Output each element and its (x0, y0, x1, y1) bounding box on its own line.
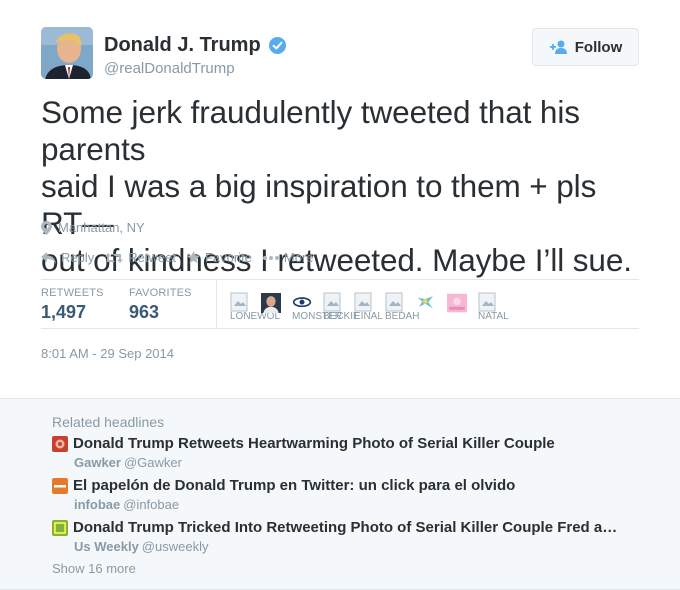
retweeter-avatar[interactable]: BEDAH (385, 292, 420, 322)
more-dots-icon (262, 255, 279, 260)
author-name[interactable]: Donald J. Trump (104, 34, 261, 57)
show-more-link[interactable]: Show 16 more (52, 561, 136, 576)
retweeter-name: NATAL (478, 311, 509, 322)
headline-item[interactable]: El papelón de Donald Trump en Twitter: u… (52, 477, 515, 512)
favorites-count: 963 (129, 302, 160, 322)
retweets-label: RETWEETS (41, 287, 104, 299)
more-button[interactable]: More (262, 250, 314, 265)
retweet-label: Retweet (128, 250, 176, 265)
retweeter-name: EINAL (354, 311, 383, 322)
retweeter-avatar[interactable]: LONEWOL (230, 292, 280, 322)
reply-label: Reply (61, 250, 95, 265)
tweet-text-line: Some jerk fraudulently tweeted that his … (41, 94, 580, 167)
more-label: More (283, 250, 314, 265)
tweet-actions: Reply Retweet Favorite More (41, 250, 325, 265)
source-handle[interactable]: @Gawker (124, 455, 182, 470)
source-handle[interactable]: @infobae (123, 497, 179, 512)
avatar[interactable] (41, 27, 93, 79)
headline-title[interactable]: El papelón de Donald Trump en Twitter: u… (73, 477, 515, 494)
retweeter-avatars: LONEWOL MONSTER BECKIE EINAL BEDAH NATAL (230, 292, 509, 322)
retweet-icon (105, 252, 124, 263)
retweets-stat[interactable]: RETWEETS 1,497 (41, 287, 104, 323)
reply-button[interactable]: Reply (41, 250, 94, 265)
headline-source: Us Weekly @usweekly (74, 539, 625, 554)
retweeter-avatar[interactable]: BECKIE (323, 292, 360, 322)
reply-icon (41, 251, 56, 264)
follow-button[interactable]: Follow (532, 28, 639, 66)
author-info: Donald J. Trump @realDonaldTrump (104, 34, 287, 77)
retweeter-avatar[interactable] (447, 292, 478, 322)
retweeter-avatar[interactable]: MONSTER (292, 292, 342, 322)
follow-button-label: Follow (574, 38, 623, 56)
star-icon (186, 251, 200, 264)
retweeter-avatar[interactable]: EINAL (354, 292, 385, 322)
favorite-label: Favorite (204, 250, 252, 265)
favorite-button[interactable]: Favorite (186, 250, 252, 265)
source-handle[interactable]: @usweekly (142, 539, 209, 554)
gawker-logo-icon (52, 435, 68, 452)
us-weekly-logo-icon (52, 519, 68, 536)
headline-source: Gawker @Gawker (74, 455, 555, 470)
location-pin-icon (41, 220, 52, 235)
follow-person-icon (549, 39, 569, 55)
related-headlines: Related headlines Donald Trump Retweets … (0, 398, 680, 590)
location-text: Manhattan, NY (58, 220, 145, 235)
retweeter-avatar[interactable] (416, 292, 447, 322)
tweet-timestamp[interactable]: 8:01 AM - 29 Sep 2014 (41, 346, 174, 361)
tweet-stats: RETWEETS 1,497 FAVORITES 963 LONEWOL MON… (41, 279, 639, 329)
tweet-card: Donald J. Trump @realDonaldTrump Follow … (0, 0, 680, 398)
headline-title[interactable]: Donald Trump Tricked Into Retweeting Pho… (73, 519, 625, 536)
tweet-location[interactable]: Manhattan, NY (41, 220, 145, 235)
headline-source: infobae @infobae (74, 497, 515, 512)
retweeter-avatar[interactable] (261, 292, 292, 322)
favorites-stat[interactable]: FAVORITES 963 (129, 287, 192, 323)
source-name[interactable]: infobae (74, 497, 120, 512)
retweeter-avatar[interactable]: NATAL (478, 292, 509, 322)
retweets-count: 1,497 (41, 302, 87, 322)
verified-badge-icon (269, 37, 287, 54)
headline-item[interactable]: Donald Trump Tricked Into Retweeting Pho… (52, 519, 625, 554)
related-headlines-title: Related headlines (52, 414, 165, 430)
headline-item[interactable]: Donald Trump Retweets Heartwarming Photo… (52, 435, 555, 470)
retweet-button[interactable]: Retweet (105, 250, 176, 265)
infobae-logo-icon (52, 477, 68, 494)
stats-divider (216, 280, 217, 328)
retweeter-name: BEDAH (385, 311, 420, 322)
headline-title[interactable]: Donald Trump Retweets Heartwarming Photo… (73, 435, 555, 452)
source-name[interactable]: Us Weekly (74, 539, 139, 554)
source-name[interactable]: Gawker (74, 455, 121, 470)
favorites-label: FAVORITES (129, 287, 192, 299)
author-handle[interactable]: @realDonaldTrump (104, 60, 286, 77)
